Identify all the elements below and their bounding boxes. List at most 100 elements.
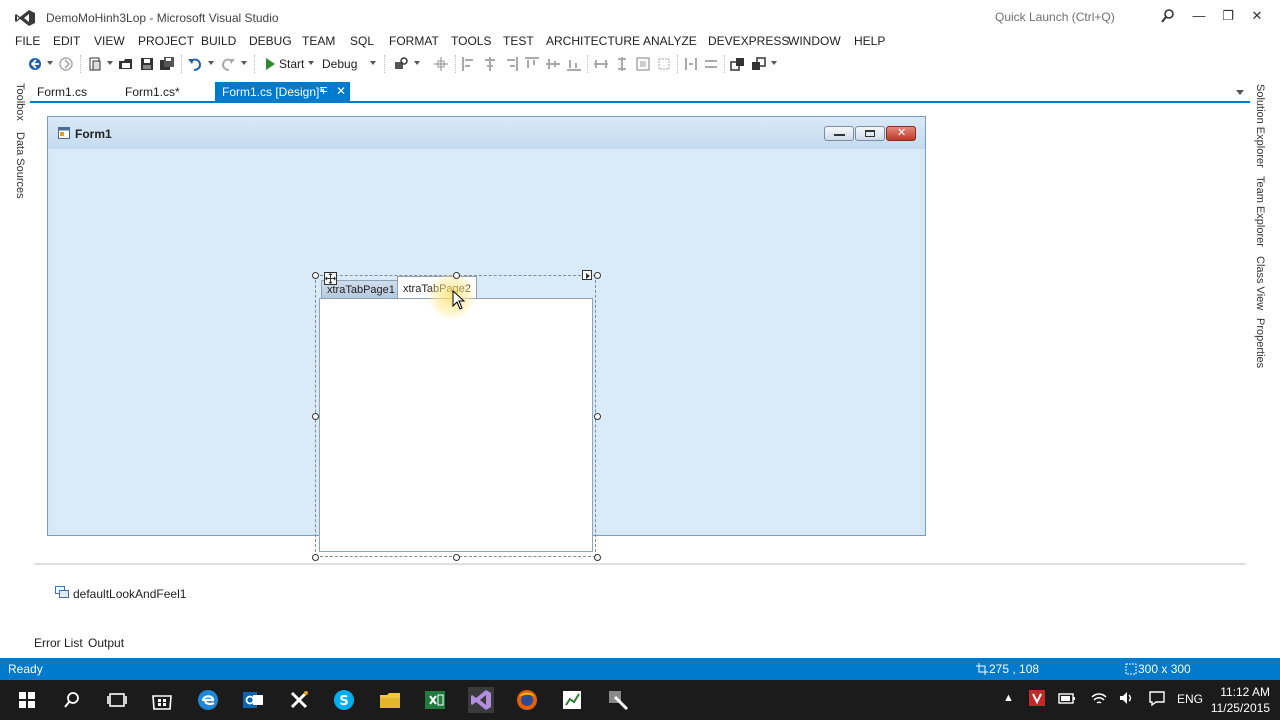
input-language-indicator[interactable]: ENG (1177, 692, 1203, 706)
look-and-feel-component-icon[interactable] (55, 586, 69, 598)
close-button[interactable]: ✕ (1247, 6, 1267, 26)
project-icon[interactable] (559, 687, 585, 713)
quick-launch-input[interactable]: Quick Launch (Ctrl+Q) (995, 10, 1115, 24)
redo-icon[interactable] (220, 56, 236, 72)
back-dropdown-icon[interactable] (47, 61, 53, 65)
resize-handle-bottom-right[interactable] (594, 554, 601, 561)
pin-tab-icon[interactable]: ∓ (319, 84, 328, 97)
resize-handle-top-right[interactable] (594, 272, 601, 279)
xtra-tab-control[interactable]: xtraTabPage1 xtraTabPage2 (312, 270, 601, 561)
battery-icon[interactable] (1058, 689, 1076, 707)
smart-tag-icon[interactable] (582, 270, 592, 280)
find-in-files-icon[interactable] (393, 56, 409, 72)
new-dropdown-icon[interactable] (107, 61, 113, 65)
menu-file[interactable]: FILE (15, 34, 40, 48)
horizontal-spacing-icon[interactable] (683, 56, 699, 72)
menu-test[interactable]: TEST (503, 34, 534, 48)
make-same-size-icon[interactable] (635, 56, 651, 72)
move-handle-icon[interactable] (324, 272, 337, 285)
windows-start-icon[interactable] (14, 687, 40, 713)
start-button[interactable]: Start (279, 57, 304, 71)
close-tab-icon[interactable]: ✕ (336, 84, 346, 98)
show-hidden-icons-icon[interactable]: ▲ (1003, 692, 1014, 704)
store-icon[interactable] (149, 687, 175, 713)
menu-build[interactable]: BUILD (201, 34, 236, 48)
menu-devexpress[interactable]: DEVEXPRESS (708, 34, 789, 48)
minimize-button[interactable]: — (1189, 6, 1209, 26)
save-all-icon[interactable] (159, 56, 175, 72)
tools-icon[interactable] (605, 687, 631, 713)
resize-handle-top[interactable] (453, 272, 460, 279)
file-explorer-icon[interactable] (377, 687, 403, 713)
firefox-icon[interactable] (514, 687, 540, 713)
toolbox-tab[interactable]: Toolbox (14, 83, 26, 121)
restore-button[interactable]: ❐ (1218, 6, 1238, 26)
start-dropdown-icon[interactable] (308, 61, 314, 65)
resize-handle-top-left[interactable] (312, 272, 319, 279)
align-middles-icon[interactable] (545, 56, 561, 72)
open-file-icon[interactable] (118, 56, 134, 72)
antivirus-icon[interactable] (1027, 688, 1047, 708)
solution-configuration-select[interactable]: Debug (322, 57, 357, 71)
bring-to-front-icon[interactable] (730, 56, 746, 72)
redo-dropdown-icon[interactable] (241, 61, 247, 65)
volume-icon[interactable] (1118, 689, 1136, 707)
tab-form1-cs-modified[interactable]: Form1.cs* (118, 82, 187, 101)
size-to-grid-icon[interactable] (656, 56, 672, 72)
team-explorer-tab[interactable]: Team Explorer (1254, 176, 1266, 247)
form1-title-bar[interactable]: Form1 ✕ (48, 117, 925, 149)
menu-architecture[interactable]: ARCHITECTURE (546, 34, 640, 48)
undo-icon[interactable] (187, 56, 203, 72)
solution-explorer-tab[interactable]: Solution Explorer (1254, 84, 1266, 168)
properties-tab[interactable]: Properties (1254, 318, 1266, 368)
align-tops-icon[interactable] (524, 56, 540, 72)
clock-time[interactable]: 11:12 AM (1214, 685, 1270, 699)
tab-overflow-dropdown-icon[interactable] (1236, 90, 1244, 95)
align-bottoms-icon[interactable] (566, 56, 582, 72)
visual-studio-icon[interactable] (468, 687, 494, 713)
align-to-grid-icon[interactable] (433, 56, 449, 72)
menu-project[interactable]: PROJECT (138, 34, 194, 48)
error-list-tab[interactable]: Error List (34, 636, 83, 650)
form-maximize-button[interactable] (855, 126, 885, 141)
menu-window[interactable]: WINDOW (788, 34, 841, 48)
clock-date[interactable]: 11/25/2015 (1210, 701, 1270, 715)
configuration-dropdown-icon[interactable] (370, 61, 376, 65)
resize-handle-bottom[interactable] (453, 554, 460, 561)
navigate-back-icon[interactable] (27, 56, 43, 72)
menu-edit[interactable]: EDIT (53, 34, 80, 48)
outlook-icon[interactable] (240, 687, 266, 713)
start-play-icon[interactable] (262, 56, 278, 72)
new-project-icon[interactable] (87, 56, 103, 72)
wifi-icon[interactable] (1090, 689, 1108, 707)
form1-designer[interactable]: Form1 ✕ xtraTabPage1 xtraTabPage2 (47, 116, 926, 561)
resize-handle-right[interactable] (594, 413, 601, 420)
menu-format[interactable]: FORMAT (389, 34, 439, 48)
search-icon[interactable] (59, 687, 85, 713)
menu-team[interactable]: TEAM (302, 34, 335, 48)
menu-view[interactable]: VIEW (94, 34, 125, 48)
tab-form1-cs[interactable]: Form1.cs (30, 82, 94, 101)
skype-icon[interactable]: S (331, 687, 357, 713)
class-view-tab[interactable]: Class View (1254, 256, 1266, 310)
menu-debug[interactable]: DEBUG (249, 34, 292, 48)
search-icon[interactable] (1160, 8, 1176, 24)
menu-sql[interactable]: SQL (350, 34, 374, 48)
data-sources-tab[interactable]: Data Sources (14, 132, 26, 199)
find-dropdown-icon[interactable] (414, 61, 420, 65)
output-tab[interactable]: Output (88, 636, 124, 650)
toolbar-options-dropdown-icon[interactable] (771, 61, 777, 65)
xtra-tab-page-body[interactable] (319, 298, 593, 552)
edge-browser-icon[interactable] (195, 687, 221, 713)
menu-tools[interactable]: TOOLS (451, 34, 491, 48)
make-same-width-icon[interactable] (593, 56, 609, 72)
task-view-icon[interactable] (104, 687, 130, 713)
align-rights-icon[interactable] (503, 56, 519, 72)
menu-analyze[interactable]: ANALYZE (643, 34, 697, 48)
resize-handle-bottom-left[interactable] (312, 554, 319, 561)
action-center-icon[interactable] (1148, 689, 1166, 707)
undo-dropdown-icon[interactable] (208, 61, 214, 65)
form-close-button[interactable]: ✕ (886, 126, 916, 141)
default-look-and-feel-component[interactable]: defaultLookAndFeel1 (73, 587, 186, 601)
resize-handle-left[interactable] (312, 413, 319, 420)
